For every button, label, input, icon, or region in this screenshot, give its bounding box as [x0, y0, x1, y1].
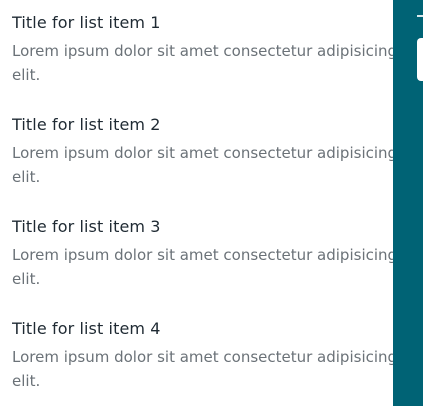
list: Title for list item 1 Lorem ipsum dolor …: [12, 0, 393, 406]
list-item-description-line: Lorem ipsum dolor sit amet consectetur a…: [12, 246, 393, 264]
list-item[interactable]: Title for list item 2 Lorem ipsum dolor …: [12, 114, 393, 189]
panel-header-underline: [417, 15, 423, 17]
list-item-description-line: Lorem ipsum dolor sit amet consectetur a…: [12, 348, 393, 366]
list-item-description-line: elit.: [12, 372, 41, 390]
list-item-description-line: elit.: [12, 66, 41, 84]
list-item-description: Lorem ipsum dolor sit amet consectetur a…: [12, 141, 393, 189]
list-item[interactable]: Title for list item 3 Lorem ipsum dolor …: [12, 216, 393, 291]
list-item-description-line: Lorem ipsum dolor sit amet consectetur a…: [12, 42, 393, 60]
list-item-title: Title for list item 1: [12, 13, 161, 32]
list-item[interactable]: Title for list item 1 Lorem ipsum dolor …: [12, 12, 393, 87]
side-panel: [393, 0, 423, 406]
list-item-title: Title for list item 2: [12, 115, 161, 134]
panel-card[interactable]: [417, 38, 423, 81]
list-item-description-line: Lorem ipsum dolor sit amet consectetur a…: [12, 144, 393, 162]
list-item-description: Lorem ipsum dolor sit amet consectetur a…: [12, 345, 393, 393]
list-item-title: Title for list item 4: [12, 319, 161, 338]
list-item[interactable]: Title for list item 4 Lorem ipsum dolor …: [12, 318, 393, 393]
list-item-description-line: elit.: [12, 168, 41, 186]
list-item-description-line: elit.: [12, 270, 41, 288]
list-item-description: Lorem ipsum dolor sit amet consectetur a…: [12, 243, 393, 291]
list-item-title: Title for list item 3: [12, 217, 161, 236]
list-item-description: Lorem ipsum dolor sit amet consectetur a…: [12, 39, 393, 87]
